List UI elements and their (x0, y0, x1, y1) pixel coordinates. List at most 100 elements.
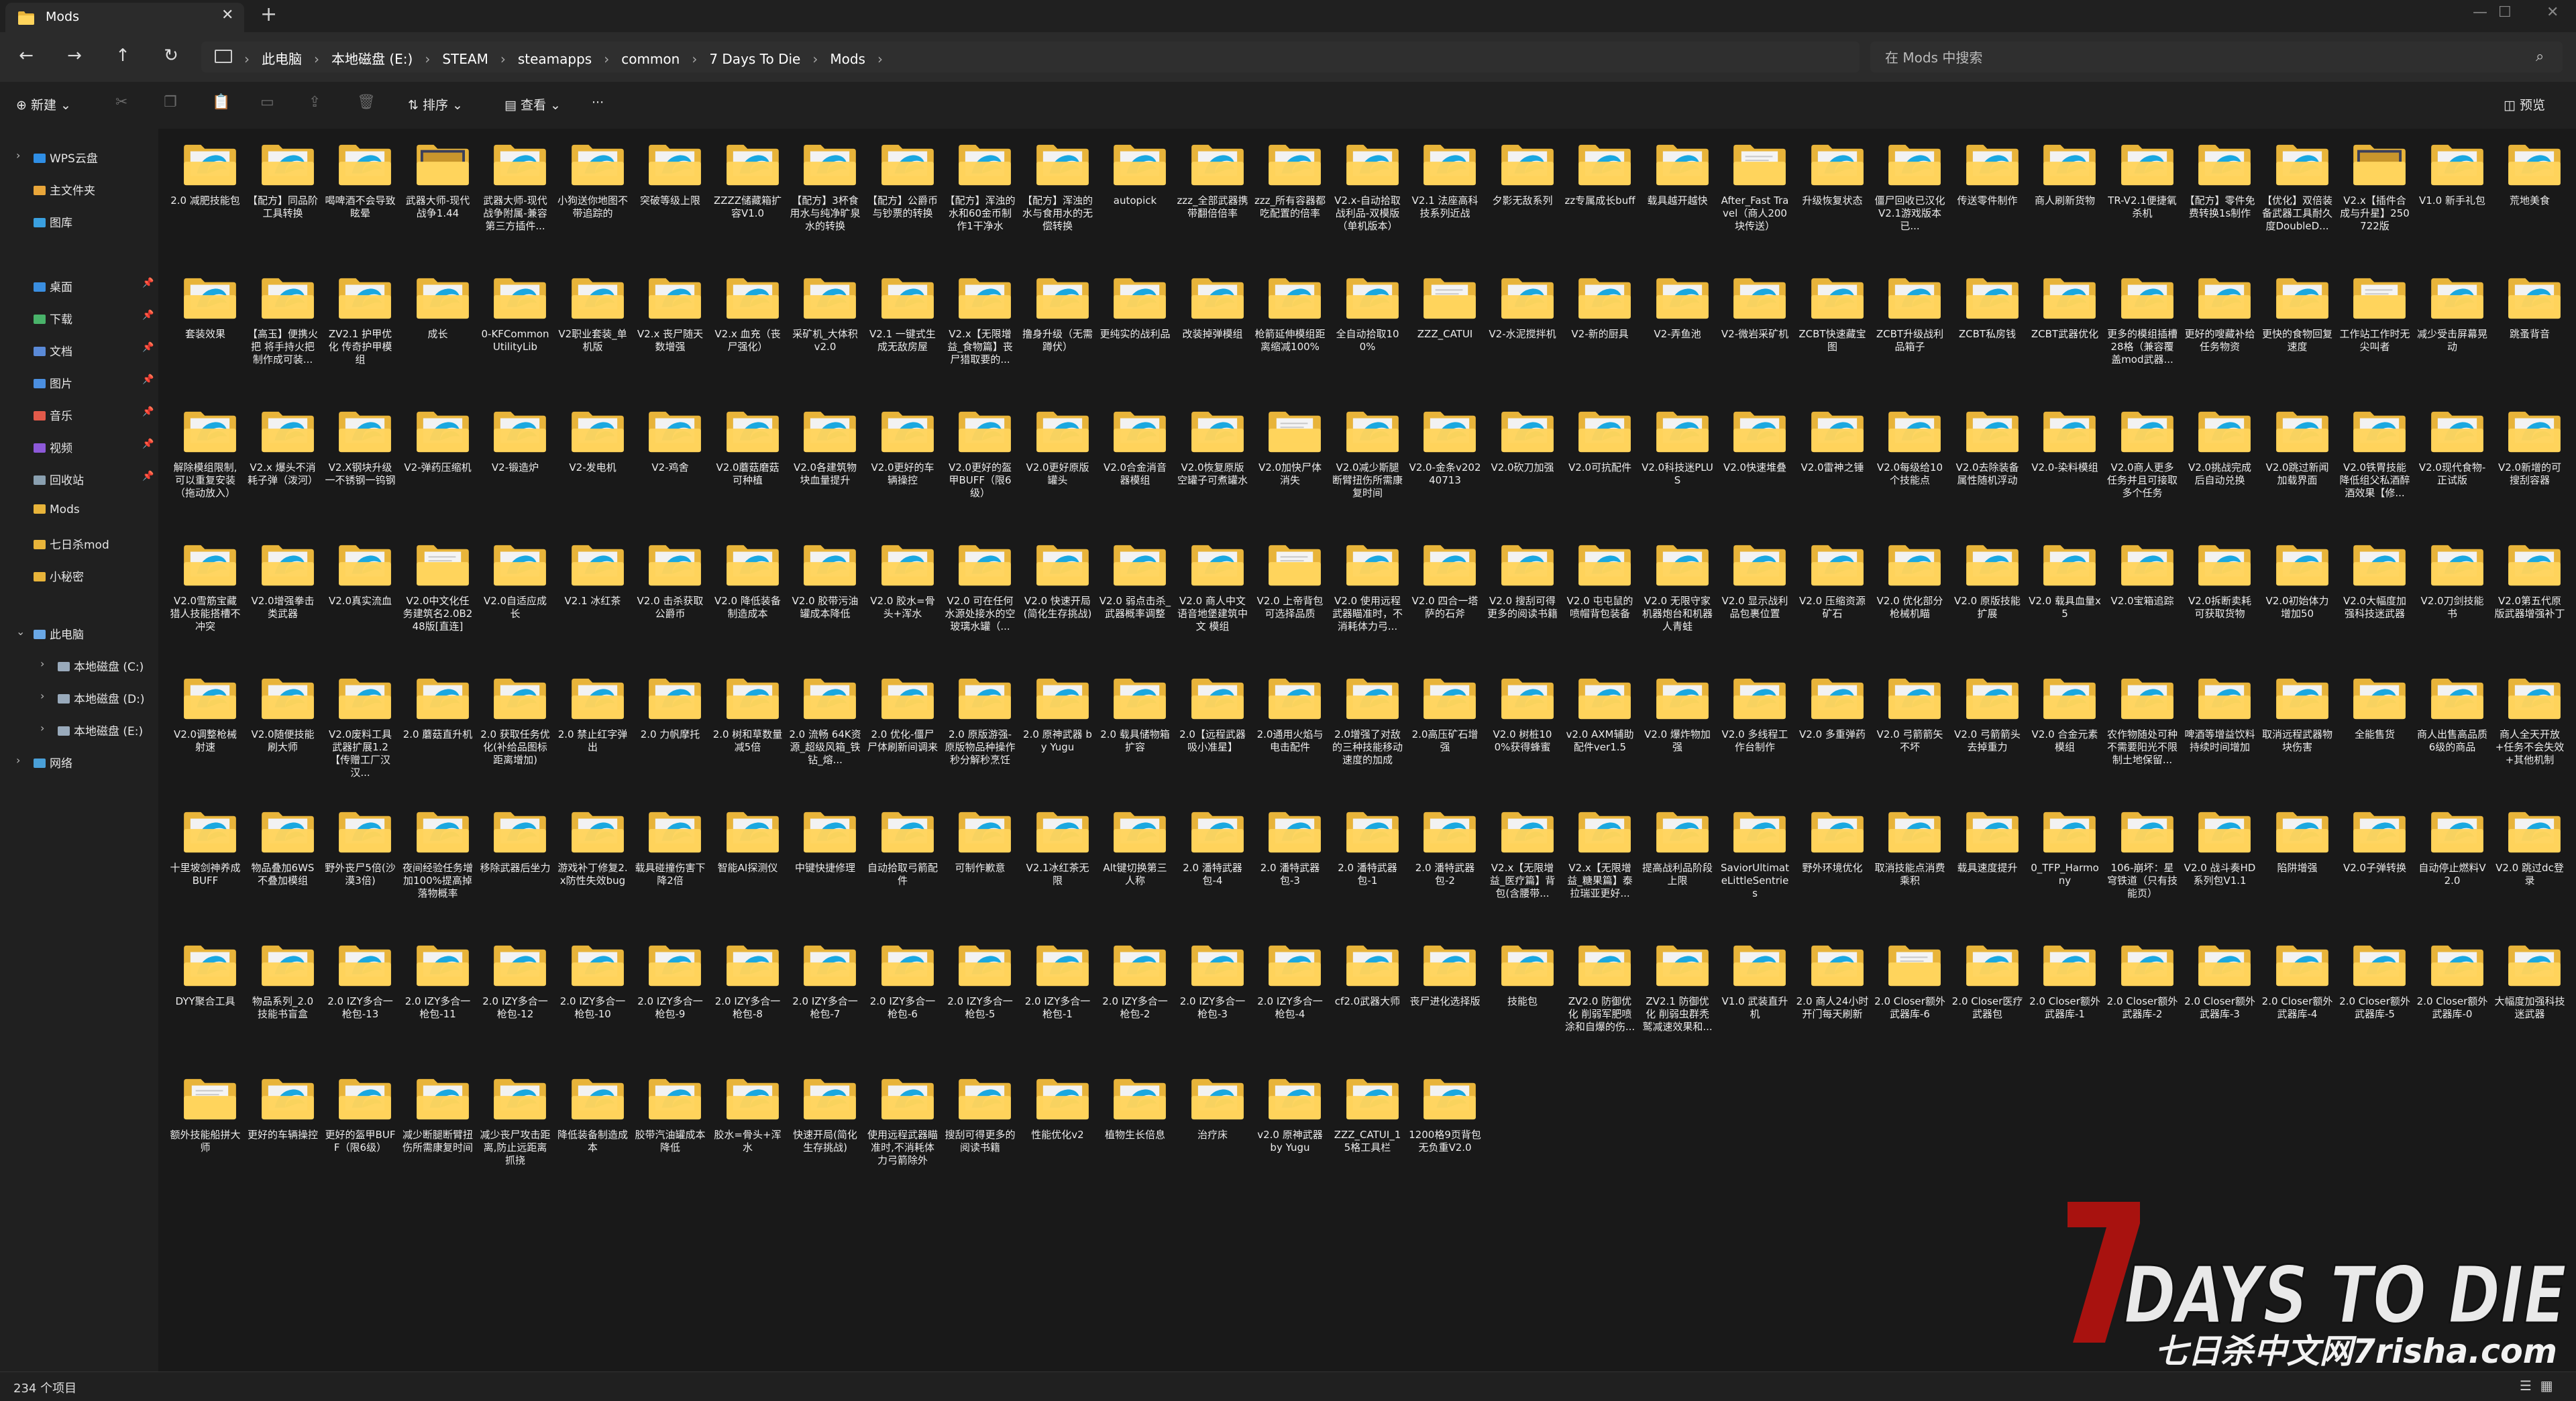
preview-pane-button[interactable]: ◫ 预览 (2504, 95, 2545, 113)
folder-icon (1346, 278, 1399, 319)
folder-icon (804, 945, 856, 987)
folder-icon (726, 545, 779, 586)
copy-icon[interactable]: ❐ (164, 94, 177, 111)
chevron-right-icon: › (314, 51, 319, 67)
search-box[interactable]: ⌕ (1870, 42, 2563, 72)
chevron-down-icon[interactable]: ⌄ (16, 625, 25, 638)
sidebar-item-download[interactable]: 下载 (34, 310, 72, 327)
rename-icon[interactable]: ▭ (260, 94, 274, 111)
tiles-view-icon[interactable]: ▦ (2540, 1378, 2553, 1394)
sort-button[interactable]: ⇅ 排序 ⌄ (408, 95, 463, 113)
folder-icon (881, 811, 934, 853)
folder-name: 2.0 潘特武器包-4 (1183, 862, 1242, 887)
up-arrow-icon[interactable]: ↑ (113, 46, 133, 66)
forward-arrow-icon[interactable]: → (64, 46, 85, 66)
delete-icon[interactable]: 🗑 (357, 94, 376, 111)
sidebar-item-home[interactable]: 主文件夹 (34, 181, 95, 198)
folder-icon (571, 545, 624, 586)
folder-name: 2.0 潘特武器包-2 (1415, 862, 1475, 887)
crumb-steamapps[interactable]: steamapps (518, 51, 592, 67)
folder-icon (18, 11, 34, 25)
folder-icon (1656, 945, 1709, 987)
folder-name: 胶带汽油罐成本降低 (635, 1129, 706, 1154)
chevron-right-icon[interactable]: › (40, 689, 44, 702)
sidebar-item-drive[interactable]: › 本地磁盘 (E:) (40, 722, 143, 738)
sidebar-item-drive[interactable]: › 本地磁盘 (C:) (40, 657, 144, 674)
sidebar-item-music[interactable]: 音乐 (34, 406, 72, 423)
new-tab-button[interactable]: + (260, 3, 277, 26)
view-button[interactable]: ▤ 查看 ⌄ (504, 95, 561, 113)
folder-name: V2.0快速堆叠 (1723, 461, 1787, 473)
chevron-right-icon[interactable]: › (40, 657, 44, 670)
minimize-icon[interactable]: — (2473, 4, 2487, 21)
crumb-mods[interactable]: Mods (830, 51, 865, 67)
sidebar-item-desktop[interactable]: 桌面 (34, 278, 72, 294)
folder-icon (2353, 411, 2406, 453)
folder-name: V2.0雷神之锤 (1801, 461, 1864, 473)
cut-icon[interactable]: ✂ (115, 94, 127, 111)
chevron-right-icon[interactable]: › (16, 754, 20, 767)
folder-icon (1191, 1078, 1244, 1120)
close-window-icon[interactable]: ✕ (2546, 4, 2559, 21)
crumb-drive-e[interactable]: 本地磁盘 (E:) (331, 51, 413, 67)
folder-name: V2.0铁胃技能降低组父私酒醉酒效果【修... (2339, 461, 2410, 499)
close-tab-icon[interactable]: ✕ (221, 7, 233, 23)
folder-name: V2.0加快尸体消失 (1258, 461, 1322, 486)
folder-name: cf2.0武器大师 (1334, 995, 1401, 1007)
back-arrow-icon[interactable]: ← (16, 46, 36, 66)
folder-icon (2198, 945, 2251, 987)
folder-name: 枪箭延伸模组距离缩减100% (1254, 328, 1326, 353)
sidebar-item-folder[interactable]: 七日杀mod (34, 535, 109, 552)
sidebar-item-docs[interactable]: 文档 (34, 342, 72, 359)
sidebar-item-gallery[interactable]: 图库 (34, 213, 72, 230)
sidebar-item-recycle[interactable]: 回收站 (34, 471, 84, 488)
folder-icon (261, 678, 314, 720)
chevron-right-icon[interactable]: › (16, 149, 20, 162)
desktop-icon (34, 282, 46, 292)
refresh-icon[interactable]: ↻ (161, 46, 181, 66)
sidebar-item-network[interactable]: › 网络 (16, 754, 72, 771)
crumb-steam[interactable]: STEAM (442, 51, 488, 67)
sidebar-item-folder[interactable]: 小秘密 (34, 567, 84, 584)
sidebar-item-folder[interactable]: Mods (34, 503, 80, 516)
folder-icon (881, 411, 934, 453)
sidebar-item-pc[interactable]: ⌄ 此电脑 (16, 625, 84, 642)
details-view-icon[interactable]: ☰ (2520, 1378, 2532, 1394)
video-icon (34, 443, 46, 453)
more-options-button[interactable]: ··· (592, 95, 604, 110)
folder-name: V2.0 胶水=骨头+浑水 (870, 595, 935, 620)
folder-name: V2.0蘑菇磨菇可种植 (716, 461, 780, 486)
tab-mods[interactable]: Mods ✕ (5, 3, 244, 32)
folder-icon (34, 540, 46, 549)
folder-icon (184, 411, 236, 453)
sidebar-item-video[interactable]: 视频 (34, 439, 72, 455)
folder-icon (1733, 278, 1786, 319)
crumb-common[interactable]: common (621, 51, 680, 67)
chevron-right-icon[interactable]: › (40, 722, 44, 734)
share-icon[interactable]: ⇪ (309, 94, 321, 111)
folder-name: V2.x-自动拾取战利品-双模版（单机版本） (1334, 194, 1401, 232)
folder-icon (1036, 545, 1089, 586)
search-icon[interactable]: ⌕ (2536, 48, 2544, 65)
folder-icon (2043, 278, 2096, 319)
crumb-this-pc[interactable]: 此电脑 (262, 51, 302, 67)
folder-icon (959, 278, 1011, 319)
view-toggle[interactable]: ☰ ▦ (2520, 1378, 2553, 1394)
crumb-7-days-to-die[interactable]: 7 Days To Die (709, 51, 800, 67)
folder-name: 十里坡剑神养成BUFF (170, 862, 241, 887)
folder-name: V2-新的厨具 (1571, 328, 1629, 340)
address-bar[interactable]: › 此电脑 › 本地磁盘 (E:) › STEAM › steamapps › common › 7 … (201, 42, 1860, 72)
sidebar-item-cloud[interactable]: › WPS云盘 (16, 149, 98, 166)
folder-icon (1036, 1078, 1089, 1120)
sidebar-item-pictures[interactable]: 图片 (34, 374, 72, 391)
folder-icon (2121, 545, 2174, 586)
folder-name: V2.0现代食物-正试版 (2418, 461, 2486, 486)
maximize-icon[interactable]: ☐ (2498, 4, 2512, 21)
sidebar-item-drive[interactable]: › 本地磁盘 (D:) (40, 689, 145, 706)
chevron-right-icon: › (604, 51, 610, 67)
folder-icon (1191, 945, 1244, 987)
paste-icon[interactable]: 📋 (212, 94, 230, 111)
new-button[interactable]: ⊕ 新建 ⌄ (16, 95, 71, 113)
folder-name: 喝啤酒不会导致眩晕 (325, 194, 396, 219)
search-input[interactable] (1884, 47, 2530, 68)
